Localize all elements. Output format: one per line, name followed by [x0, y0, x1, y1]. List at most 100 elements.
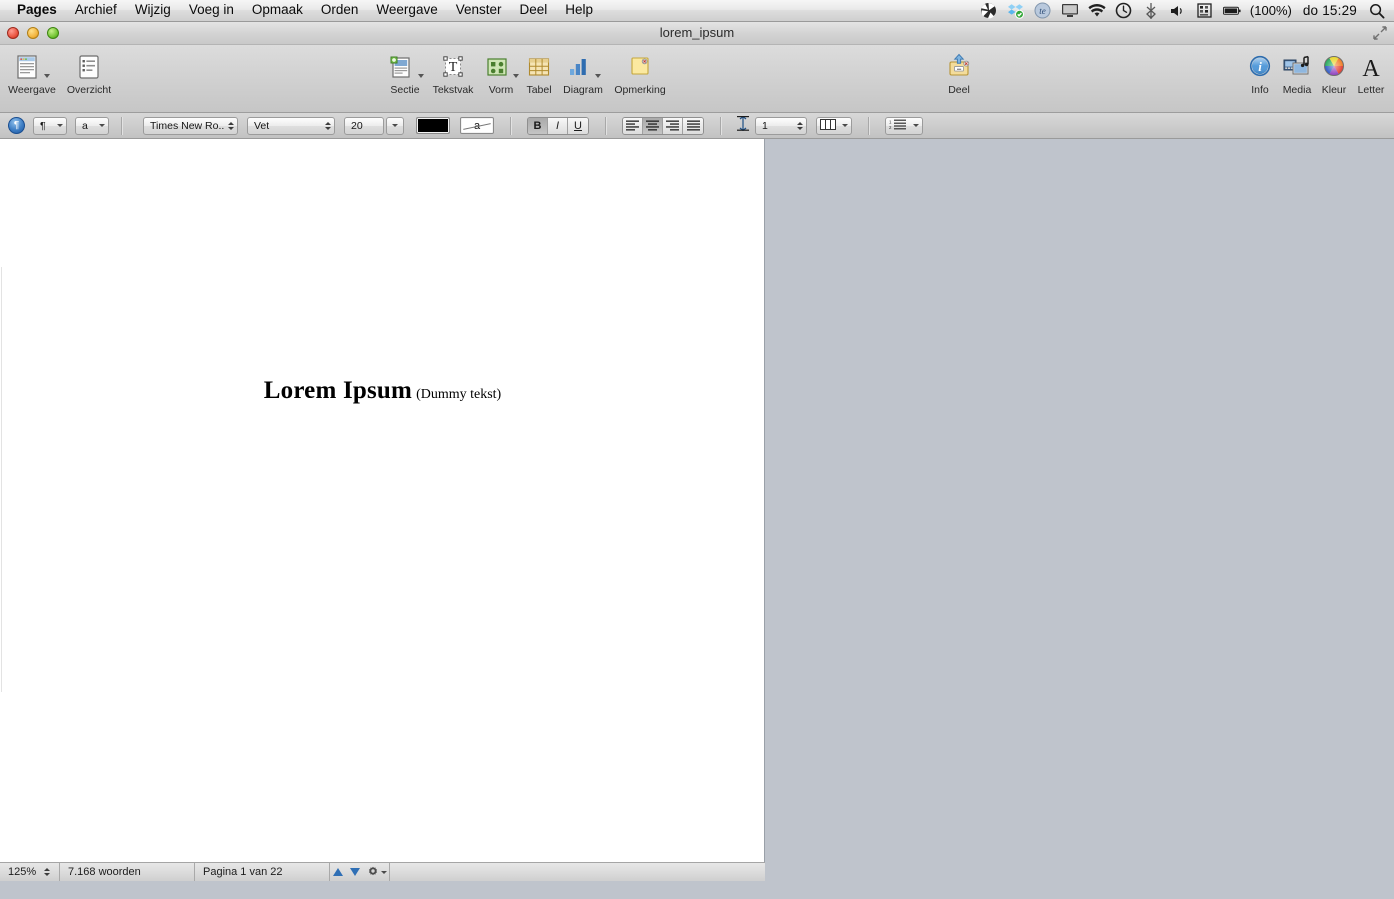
wifi-icon[interactable]: [1088, 2, 1106, 20]
comment-icon: [608, 51, 672, 81]
font-family-stepper[interactable]: [225, 121, 234, 130]
toolbar-button-letter[interactable]: A Letter: [1339, 51, 1394, 96]
page-navigation: [330, 862, 390, 881]
menu-weergave[interactable]: Weergave: [367, 1, 446, 20]
page-up-icon[interactable]: [332, 868, 343, 876]
align-left-button[interactable]: [623, 117, 643, 134]
font-family-menu[interactable]: Times New Ro...: [143, 116, 238, 135]
chevron-up-icon: [325, 121, 331, 125]
font-size-input[interactable]: 20: [344, 116, 384, 135]
font-size-menu[interactable]: [386, 116, 404, 135]
character-style-menu[interactable]: a: [75, 116, 109, 135]
volume-icon[interactable]: [1169, 2, 1187, 20]
svg-text:T: T: [449, 60, 458, 75]
text-background-glyph: a: [473, 119, 481, 132]
menu-opmaak[interactable]: Opmaak: [243, 1, 312, 20]
toolbar-button-deel[interactable]: Deel: [927, 51, 991, 96]
align-justify-button[interactable]: [683, 117, 703, 134]
menu-orden[interactable]: Orden: [312, 1, 368, 20]
zoom-level-value: 125%: [8, 866, 37, 878]
fullscreen-icon[interactable]: [1372, 25, 1388, 41]
dropbox-icon[interactable]: [1007, 2, 1025, 20]
window-title: lorem_ipsum: [659, 25, 735, 40]
line-spacing-input[interactable]: 1: [755, 116, 807, 135]
word-count-value: 7.168 woorden: [68, 866, 141, 878]
zoom-control[interactable]: 125%: [0, 862, 60, 881]
align-justify-icon: [686, 120, 700, 131]
chevron-down-icon[interactable]: [594, 74, 601, 78]
paragraph-style-menu[interactable]: ¶: [33, 116, 67, 135]
svg-text:1: 1: [889, 119, 892, 124]
menu-bar-clock[interactable]: do 15:29: [1301, 3, 1359, 18]
page-indicator-value: Pagina 1 van 22: [203, 866, 283, 878]
paragraph-style-value: ¶: [40, 119, 46, 132]
document-area: Lorem Ipsum (Dummy tekst) 125% 7.168 woor…: [0, 139, 1394, 881]
menu-bar-status-area: te (100%) do 15:29: [980, 2, 1394, 20]
menu-help[interactable]: Help: [556, 1, 602, 20]
battery-icon[interactable]: [1222, 2, 1241, 20]
chevron-down-icon: [44, 873, 51, 876]
line-spacing-value: 1: [762, 119, 768, 132]
document-page[interactable]: Lorem Ipsum (Dummy tekst): [0, 139, 765, 881]
text-background-swatch[interactable]: a: [460, 117, 494, 134]
zoom-stepper[interactable]: [44, 868, 54, 876]
align-left-icon: [626, 120, 639, 131]
underline-button[interactable]: U: [568, 117, 588, 134]
format-bar: ¶ ¶ a Times New Ro... Vet 20 a B I U 1 1…: [0, 113, 1394, 139]
menu-venster[interactable]: Venster: [447, 1, 511, 20]
align-center-icon: [646, 120, 659, 131]
italic-button[interactable]: I: [548, 117, 568, 134]
bluetooth-icon[interactable]: [1142, 2, 1160, 20]
toolbar-button-diagram[interactable]: Diagram: [551, 51, 615, 96]
text-color-swatch[interactable]: [416, 117, 450, 134]
chevron-down-icon[interactable]: [43, 74, 50, 78]
page-down-icon[interactable]: [349, 868, 360, 876]
window-titlebar[interactable]: lorem_ipsum: [0, 22, 1394, 45]
paragraph-styles-toggle[interactable]: ¶: [8, 117, 25, 134]
page-indicator: Pagina 1 van 22: [195, 862, 330, 881]
font-style-menu[interactable]: Vet: [247, 116, 335, 135]
search-icon[interactable]: [1368, 2, 1386, 20]
document-heading[interactable]: Lorem Ipsum (Dummy tekst): [0, 377, 765, 405]
list-menu[interactable]: 1 2: [885, 116, 923, 135]
word-count: 7.168 woorden: [60, 862, 195, 881]
svg-text:A: A: [1362, 56, 1380, 81]
gear-icon[interactable]: [367, 866, 387, 878]
menu-pages[interactable]: Pages: [8, 1, 66, 20]
toolbar-label-weergave: Weergave: [8, 84, 56, 96]
input-keyboard-icon[interactable]: [1196, 2, 1214, 20]
disc-ball-icon[interactable]: [980, 2, 998, 20]
chevron-down-icon: [228, 126, 234, 130]
toolbar-label-deel: Deel: [948, 84, 970, 96]
menu-archief[interactable]: Archief: [66, 1, 126, 20]
menu-wijzig[interactable]: Wijzig: [126, 1, 180, 20]
svg-text:te: te: [1040, 6, 1047, 16]
line-spacing-stepper[interactable]: [794, 121, 803, 130]
toolbar-label-overzicht: Overzicht: [66, 84, 112, 96]
chart-icon: [551, 51, 615, 81]
chevron-up-icon: [228, 121, 234, 125]
bold-glyph: B: [533, 119, 542, 132]
toolbar-button-opmerking[interactable]: Opmerking: [608, 51, 672, 96]
bold-button[interactable]: B: [528, 117, 548, 134]
menu-deel[interactable]: Deel: [511, 1, 557, 20]
align-center-button[interactable]: [643, 117, 663, 134]
menu-voeg-in[interactable]: Voeg in: [180, 1, 243, 20]
toolbar: Weergave Overzicht Sectie T Tekstvak Vor…: [0, 45, 1394, 113]
align-right-button[interactable]: [663, 117, 683, 134]
te-app-icon[interactable]: te: [1034, 2, 1052, 20]
display-icon[interactable]: [1061, 2, 1079, 20]
chevron-down-icon: [797, 126, 803, 130]
font-style-stepper[interactable]: [322, 121, 331, 130]
divider: [121, 116, 122, 135]
battery-percent-label: (100%): [1249, 3, 1292, 18]
chevron-down-icon: [325, 126, 331, 130]
toolbar-button-overzicht[interactable]: Overzicht: [57, 51, 121, 96]
divider: [510, 116, 511, 135]
menu-bar-left: Pages Archief Wijzig Voeg in Opmaak Orde…: [0, 1, 602, 20]
svg-text:i: i: [1258, 59, 1262, 74]
timemachine-icon[interactable]: [1115, 2, 1133, 20]
toolbar-button-weergave[interactable]: Weergave: [0, 51, 64, 96]
columns-menu[interactable]: [816, 116, 852, 135]
svg-text:2: 2: [889, 125, 892, 130]
